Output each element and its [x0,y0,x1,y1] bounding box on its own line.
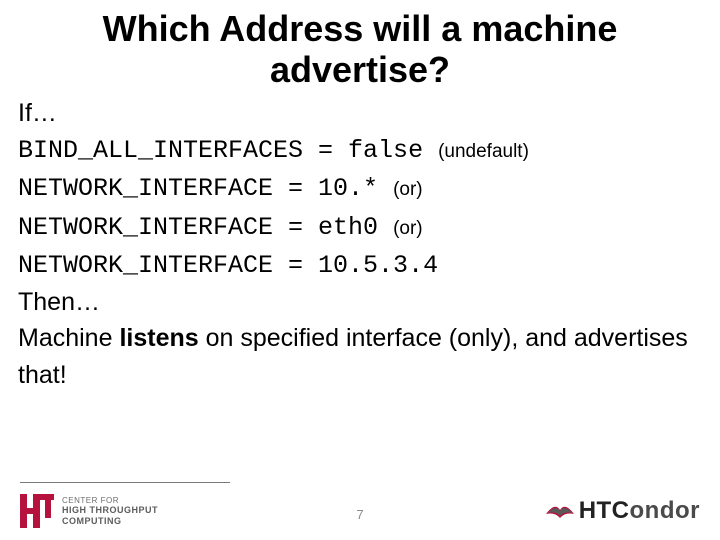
chtc-line2: HIGH THROUGHPUT [62,505,158,515]
code-text: NETWORK_INTERFACE = 10.* [18,174,393,203]
note-text: (or) [393,179,423,200]
conclusion-part-b: listens [119,324,198,352]
slide-title: Which Address will a machine advertise? [18,8,702,91]
conclusion-part-a: Machine [18,324,119,352]
page-number: 7 [356,507,363,522]
note-text: (or) [393,218,423,239]
condor-bird-icon [545,500,575,522]
config-line-1: BIND_ALL_INTERFACES = false (undefault) [18,131,702,169]
slide: Which Address will a machine advertise? … [0,0,720,540]
conclusion-text: Machine listens on specified interface (… [18,320,702,393]
footer-rule [20,482,230,483]
config-line-2: NETWORK_INTERFACE = 10.* (or) [18,169,702,207]
chtc-text: CENTER FOR HIGH THROUGHPUT COMPUTING [62,496,158,526]
config-line-3: NETWORK_INTERFACE = eth0 (or) [18,208,702,246]
code-text: NETWORK_INTERFACE = 10.5.3.4 [18,251,438,280]
htcondor-text: HTCondor [579,497,700,525]
chtc-mark-icon [20,494,54,528]
footer: CENTER FOR HIGH THROUGHPUT COMPUTING 7 H… [0,482,720,540]
condor-rest: ondor [630,497,700,524]
then-label: Then… [18,284,702,320]
note-text: (undefault) [438,141,529,162]
chtc-line3: COMPUTING [62,516,158,526]
condor-ht: HTC [579,497,630,524]
chtc-line1: CENTER FOR [62,496,158,505]
htcondor-logo: HTCondor [545,497,700,525]
config-line-4: NETWORK_INTERFACE = 10.5.3.4 [18,246,702,284]
code-text: NETWORK_INTERFACE = eth0 [18,213,393,242]
chtc-logo: CENTER FOR HIGH THROUGHPUT COMPUTING [20,494,158,528]
code-text: BIND_ALL_INTERFACES = false [18,136,438,165]
body-block: If… BIND_ALL_INTERFACES = false (undefau… [18,95,702,393]
if-label: If… [18,95,702,131]
